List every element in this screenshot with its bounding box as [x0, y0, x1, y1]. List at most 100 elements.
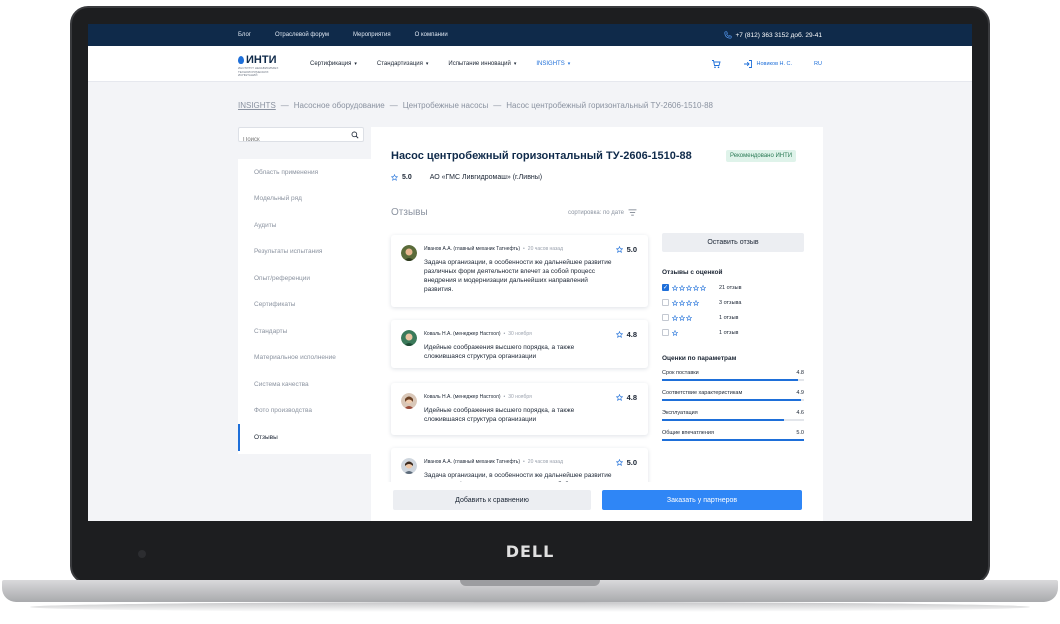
search-input[interactable] [239, 133, 339, 147]
star-outline-icon [700, 284, 706, 291]
param-overall: Общие впечатления 5.0 [662, 430, 804, 441]
param-value: 4.6 [796, 410, 804, 416]
manufacturer-name[interactable]: АО «ГМС Ливгидромаш» (г.Ливны) [430, 174, 542, 181]
site-logo[interactable]: ИНТИ ИНСТИТУТ НЕЗАВИСИМЫХ ТЕХНОЛОГИЧЕСКИ… [238, 54, 284, 78]
breadcrumb-insights[interactable]: INSIGHTS [238, 101, 276, 110]
param-bar-fill [662, 379, 799, 381]
search-icon[interactable] [351, 131, 359, 139]
review-meta: Коваль Н.А. (менеджер Настхол) • 30 нояб… [424, 394, 532, 400]
add-to-compare-button[interactable]: Добавить к сравнению [393, 490, 591, 510]
param-bar-fill [662, 439, 804, 441]
review-score: 4.8 [615, 330, 637, 339]
rating-filter-3[interactable]: 1 отзыв [662, 314, 738, 321]
param-label: Эксплуатация [662, 410, 698, 416]
checkbox[interactable] [662, 329, 669, 336]
breadcrumb-separator: — [493, 101, 502, 110]
param-operation: Эксплуатация 4.6 [662, 410, 804, 421]
review-score-value: 4.8 [626, 330, 637, 339]
chevron-down-icon: ▾ [425, 61, 429, 67]
breadcrumb-centrifugal[interactable]: Центробежные насосы [403, 101, 489, 110]
sidebar-item-audits[interactable]: Аудиты [238, 212, 371, 239]
language-switch[interactable]: RU [814, 61, 822, 67]
review-text: Идейные соображения высшего порядка, а т… [424, 344, 575, 360]
checkbox[interactable] [662, 314, 669, 321]
sidebar-menu: Область применения Модельный ряд Аудиты … [238, 159, 371, 454]
breadcrumb-current: Насос центробежный горизонтальный ТУ-260… [506, 101, 713, 110]
phone-contact[interactable]: +7 (812) 363 3152 доб. 29-41 [723, 31, 822, 39]
star-outline-icon [615, 459, 623, 466]
star-outline-icon [679, 284, 685, 291]
filter-count: 21 отзыв [719, 284, 742, 291]
top-link-events[interactable]: Мероприятия [353, 32, 391, 38]
sidebar-item-application[interactable]: Область применения [238, 159, 371, 186]
breadcrumb-separator: — [280, 101, 289, 110]
review-score: 5.0 [615, 245, 637, 254]
checkbox[interactable] [662, 299, 669, 306]
sidebar-item-production-photos[interactable]: Фото производства [238, 398, 371, 425]
top-link-forum[interactable]: Отраслевой форум [275, 32, 329, 38]
sidebar-item-test-results[interactable]: Результаты испытания [238, 239, 371, 266]
star-outline-icon [693, 299, 699, 306]
nav-insights[interactable]: INSIGHTS ▾ [536, 61, 570, 67]
param-bar [662, 439, 804, 441]
meta-separator: • [523, 459, 525, 465]
star-outline-icon [672, 314, 678, 321]
sidebar-item-quality-system[interactable]: Система качества [238, 371, 371, 398]
cart-icon[interactable] [711, 59, 721, 69]
param-value: 5.0 [796, 430, 804, 436]
breadcrumb-pumps[interactable]: Насосное оборудование [294, 101, 385, 110]
review-score: 5.0 [615, 458, 637, 467]
nav-certification[interactable]: Сертификация ▾ [310, 61, 357, 67]
stars-4 [672, 299, 714, 306]
top-bar: Блог Отраслевой форум Мероприятия О комп… [88, 24, 972, 46]
filter-count: 3 отзыва [719, 299, 742, 306]
review-author: Иванов А.А. (главный механик Татнефть) [424, 246, 521, 252]
order-from-partners-button[interactable]: Заказать у партнеров [602, 490, 802, 510]
login-icon [743, 60, 752, 68]
review-score-value: 5.0 [626, 458, 637, 467]
nav-label: Стандартизация [376, 61, 423, 67]
param-label: Срок поставки [662, 370, 699, 376]
filter-count: 1 отзыв [719, 329, 739, 336]
meta-separator: • [503, 331, 506, 337]
top-link-blog[interactable]: Блог [238, 32, 251, 38]
logo-drop-icon [238, 56, 244, 64]
user-login[interactable]: Новиков Н. С. [743, 59, 792, 69]
param-bar [662, 379, 804, 381]
screen: Блог Отраслевой форум Мероприятия О комп… [88, 24, 972, 521]
chevron-down-icon: ▾ [513, 61, 517, 67]
sidebar-item-model-range[interactable]: Модельный ряд [238, 186, 371, 213]
star-outline-icon [672, 329, 678, 336]
phone-number: +7 (812) 363 3152 доб. 29-41 [735, 31, 822, 39]
star-outline-icon [615, 246, 623, 253]
review-meta: Коваль Н.А. (менеджер Настхол) • 30 нояб… [424, 331, 532, 337]
checkbox-checked[interactable]: ✓ [662, 284, 669, 291]
review-date: 30 ноября [508, 394, 532, 400]
sort-label: сортировка: по дате [568, 209, 624, 216]
nav-standardization[interactable]: Стандартизация ▾ [377, 61, 428, 67]
sidebar-item-references[interactable]: Опыт/референции [238, 265, 371, 292]
nav-innovation-testing[interactable]: Испытание инноваций ▾ [448, 61, 516, 67]
sort-control[interactable]: сортировка: по дате [568, 209, 637, 216]
sidebar-item-standards[interactable]: Стандарты [238, 318, 371, 345]
leave-review-button[interactable]: Оставить отзыв [662, 233, 804, 252]
sidebar-item-materials[interactable]: Материальное исполнение [238, 345, 371, 372]
rating-filter-heading: Отзывы с оценкой [662, 269, 723, 276]
nav-label: Сертификация [310, 61, 352, 67]
meta-separator: • [523, 246, 525, 252]
rating-filter-1[interactable]: 1 отзыв [662, 329, 738, 336]
review-card: Коваль Н.А. (менеджер Настхол) • 30 нояб… [391, 383, 648, 435]
laptop-notch [460, 580, 600, 586]
top-link-about[interactable]: О компании [415, 32, 448, 38]
star-outline-icon [672, 284, 678, 291]
meta-separator: • [503, 394, 506, 400]
review-card: Коваль Н.А. (менеджер Настхол) • 30 нояб… [391, 320, 648, 368]
laptop-camera [138, 550, 146, 558]
sidebar-item-certificates[interactable]: Сертификаты [238, 292, 371, 319]
review-author: Иванов А.А. (главный механик Татнефть) [424, 459, 521, 465]
param-bar-fill [662, 419, 785, 421]
rating-filter-5[interactable]: ✓ 21 отзыв [662, 284, 742, 291]
sidebar-item-reviews[interactable]: Отзывы [238, 424, 371, 451]
avatar [401, 245, 417, 261]
rating-filter-4[interactable]: 3 отзыва [662, 299, 741, 306]
